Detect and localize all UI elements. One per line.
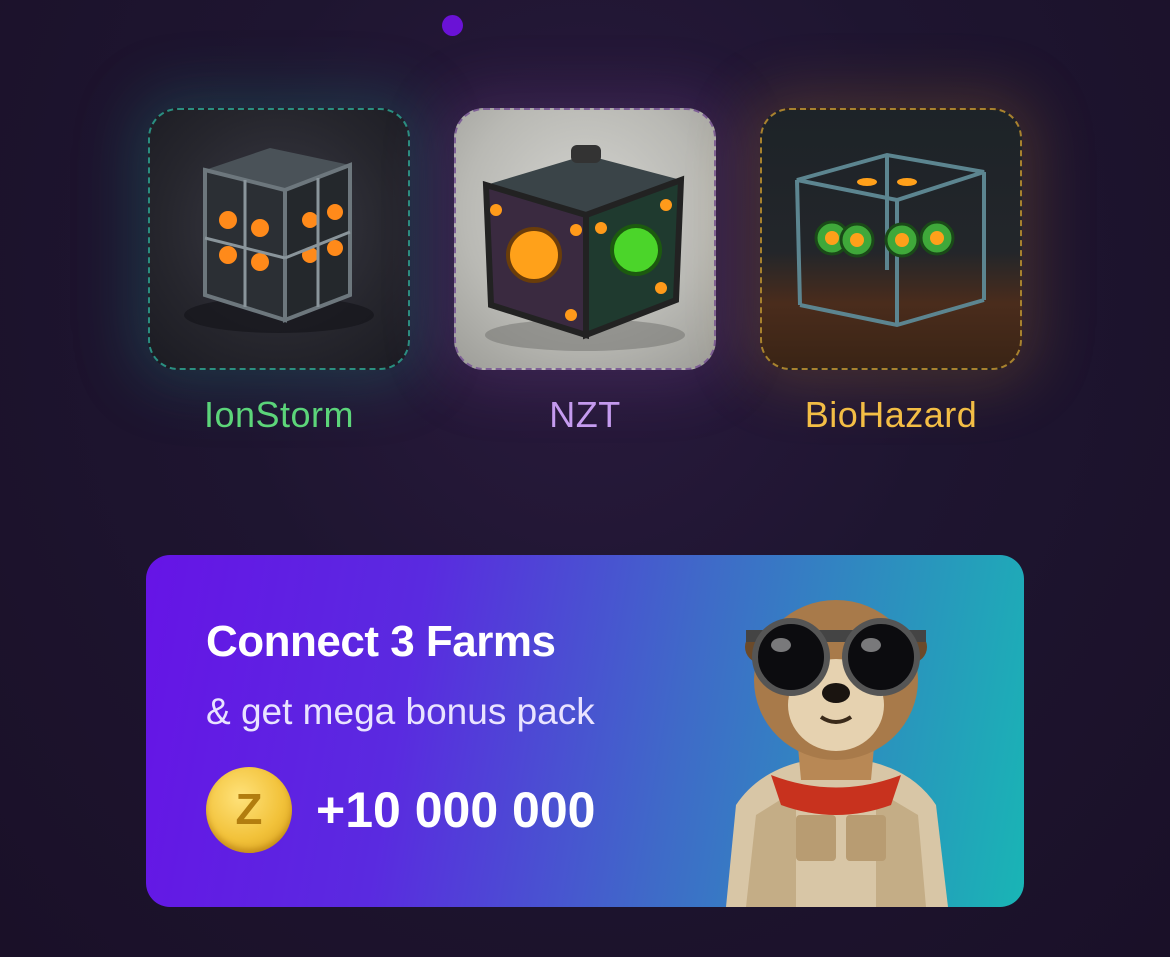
farm-card-ionstorm[interactable]: IonStorm <box>145 108 413 436</box>
mining-box-gems-icon <box>454 108 716 370</box>
z-coin-icon: Z <box>206 767 292 853</box>
farm-name: NZT <box>549 394 621 435</box>
farm-name: IonStorm <box>203 394 355 435</box>
farm-name: BioHazard <box>804 394 978 435</box>
farm-card-nzt[interactable]: NZT <box>451 108 719 436</box>
connect-farms-banner[interactable]: Connect 3 Farms & get mega bonus pack Z … <box>146 555 1024 907</box>
meerkat-mascot-icon <box>686 575 986 907</box>
banner-title: Connect 3 Farms <box>206 617 556 666</box>
bonus-amount: +10 000 000 <box>316 782 596 838</box>
banner-subtitle: & get mega bonus pack <box>206 691 595 732</box>
mining-cage-icon <box>760 108 1022 370</box>
pagination-dot[interactable] <box>442 15 463 36</box>
farm-card-biohazard[interactable]: BioHazard <box>757 108 1025 436</box>
coin-glyph: Z <box>235 785 263 834</box>
mining-rig-cube-icon <box>148 108 410 370</box>
